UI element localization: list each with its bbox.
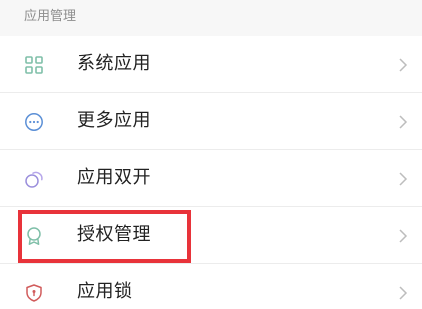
list-item-label: 应用锁: [77, 281, 133, 302]
chevron-right-icon: [398, 57, 408, 73]
more-icon: [24, 112, 44, 132]
shield-lock-icon: [24, 283, 44, 303]
list-item-system-apps[interactable]: 系统应用: [0, 36, 422, 93]
settings-list: 系统应用 更多应用 应用双开 授权管理 应用锁: [0, 36, 422, 309]
app-management-page: 应用管理 系统应用 更多应用 应用双开 授权管理 应用锁: [0, 0, 422, 309]
chevron-right-icon: [398, 114, 408, 130]
chevron-right-icon: [398, 171, 408, 187]
list-item-label: 更多应用: [77, 110, 151, 131]
section-header: 应用管理: [0, 0, 422, 36]
grid-icon: [24, 55, 44, 75]
list-item-dual-apps[interactable]: 应用双开: [0, 150, 422, 207]
list-item-app-lock[interactable]: 应用锁: [0, 264, 422, 309]
chevron-right-icon: [398, 228, 408, 244]
section-title: 应用管理: [24, 9, 77, 24]
badge-icon: [24, 226, 44, 246]
list-item-label: 系统应用: [77, 53, 151, 74]
chevron-right-icon: [398, 285, 408, 301]
list-item-permission-management[interactable]: 授权管理: [0, 207, 422, 264]
list-item-label: 授权管理: [77, 224, 151, 245]
list-item-more-apps[interactable]: 更多应用: [0, 93, 422, 150]
dual-circle-icon: [24, 169, 44, 189]
list-item-label: 应用双开: [77, 167, 151, 188]
